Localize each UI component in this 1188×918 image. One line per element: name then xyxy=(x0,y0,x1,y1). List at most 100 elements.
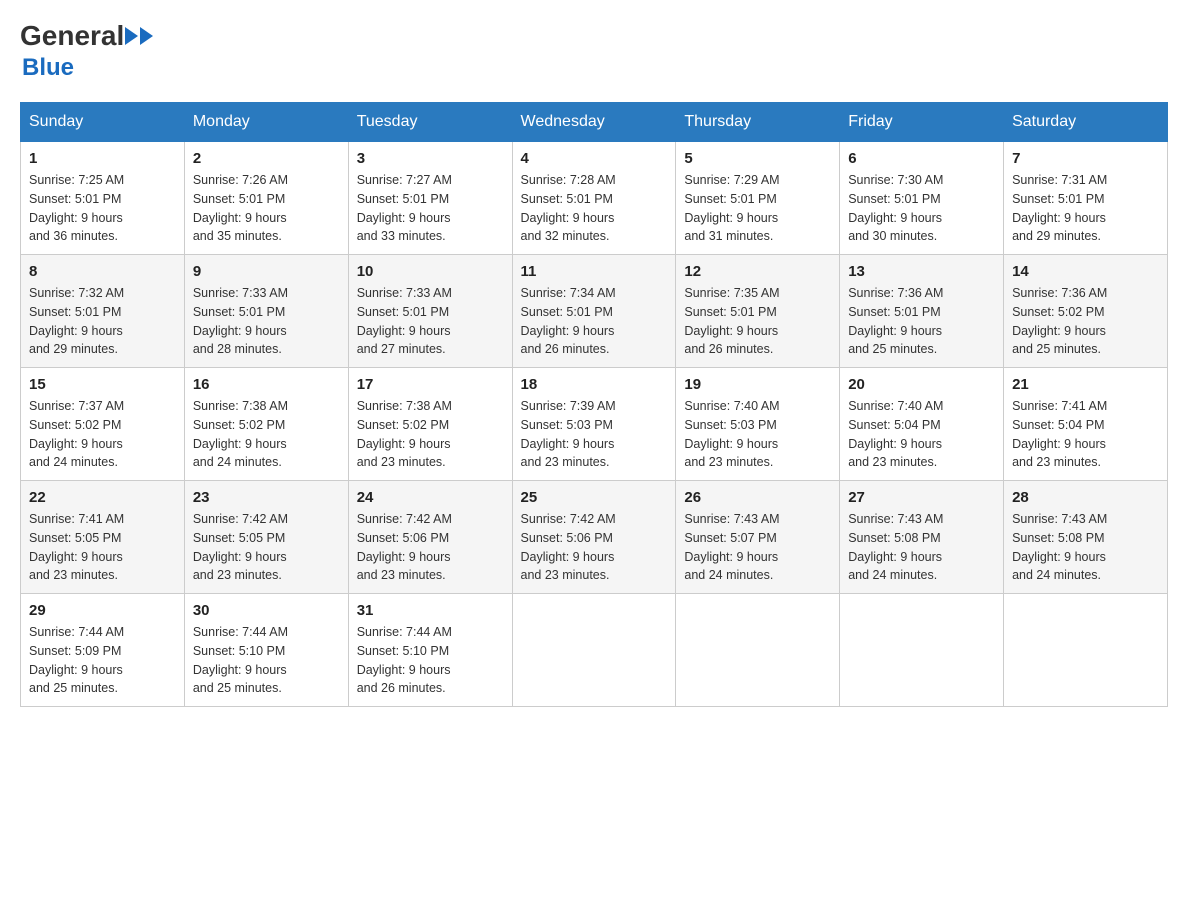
day-info: Sunrise: 7:39 AMSunset: 5:03 PMDaylight:… xyxy=(521,399,616,469)
calendar-cell: 14 Sunrise: 7:36 AMSunset: 5:02 PMDaylig… xyxy=(1004,255,1168,368)
day-number: 31 xyxy=(357,602,504,619)
calendar-cell: 30 Sunrise: 7:44 AMSunset: 5:10 PMDaylig… xyxy=(184,594,348,707)
day-number: 24 xyxy=(357,489,504,506)
day-number: 29 xyxy=(29,602,176,619)
day-info: Sunrise: 7:43 AMSunset: 5:07 PMDaylight:… xyxy=(684,512,779,582)
calendar-cell: 29 Sunrise: 7:44 AMSunset: 5:09 PMDaylig… xyxy=(21,594,185,707)
day-info: Sunrise: 7:37 AMSunset: 5:02 PMDaylight:… xyxy=(29,399,124,469)
calendar-cell: 19 Sunrise: 7:40 AMSunset: 5:03 PMDaylig… xyxy=(676,368,840,481)
day-info: Sunrise: 7:42 AMSunset: 5:06 PMDaylight:… xyxy=(521,512,616,582)
day-info: Sunrise: 7:29 AMSunset: 5:01 PMDaylight:… xyxy=(684,173,779,243)
day-info: Sunrise: 7:44 AMSunset: 5:10 PMDaylight:… xyxy=(193,625,288,695)
day-number: 13 xyxy=(848,263,995,280)
weekday-header-friday: Friday xyxy=(840,103,1004,142)
day-info: Sunrise: 7:42 AMSunset: 5:06 PMDaylight:… xyxy=(357,512,452,582)
calendar-cell: 7 Sunrise: 7:31 AMSunset: 5:01 PMDayligh… xyxy=(1004,142,1168,255)
day-info: Sunrise: 7:36 AMSunset: 5:01 PMDaylight:… xyxy=(848,286,943,356)
day-number: 12 xyxy=(684,263,831,280)
day-info: Sunrise: 7:40 AMSunset: 5:03 PMDaylight:… xyxy=(684,399,779,469)
day-number: 8 xyxy=(29,263,176,280)
day-number: 25 xyxy=(521,489,668,506)
calendar-week-row: 8 Sunrise: 7:32 AMSunset: 5:01 PMDayligh… xyxy=(21,255,1168,368)
day-info: Sunrise: 7:31 AMSunset: 5:01 PMDaylight:… xyxy=(1012,173,1107,243)
logo-blue-text: Blue xyxy=(22,54,74,81)
day-info: Sunrise: 7:42 AMSunset: 5:05 PMDaylight:… xyxy=(193,512,288,582)
calendar-cell: 8 Sunrise: 7:32 AMSunset: 5:01 PMDayligh… xyxy=(21,255,185,368)
day-info: Sunrise: 7:27 AMSunset: 5:01 PMDaylight:… xyxy=(357,173,452,243)
day-number: 3 xyxy=(357,150,504,167)
calendar-cell: 23 Sunrise: 7:42 AMSunset: 5:05 PMDaylig… xyxy=(184,481,348,594)
weekday-header-saturday: Saturday xyxy=(1004,103,1168,142)
calendar-cell: 22 Sunrise: 7:41 AMSunset: 5:05 PMDaylig… xyxy=(21,481,185,594)
day-info: Sunrise: 7:38 AMSunset: 5:02 PMDaylight:… xyxy=(193,399,288,469)
calendar-cell: 10 Sunrise: 7:33 AMSunset: 5:01 PMDaylig… xyxy=(348,255,512,368)
calendar-cell: 27 Sunrise: 7:43 AMSunset: 5:08 PMDaylig… xyxy=(840,481,1004,594)
calendar-table: SundayMondayTuesdayWednesdayThursdayFrid… xyxy=(20,102,1168,707)
calendar-week-row: 15 Sunrise: 7:37 AMSunset: 5:02 PMDaylig… xyxy=(21,368,1168,481)
weekday-header-tuesday: Tuesday xyxy=(348,103,512,142)
day-number: 5 xyxy=(684,150,831,167)
day-info: Sunrise: 7:34 AMSunset: 5:01 PMDaylight:… xyxy=(521,286,616,356)
calendar-cell: 12 Sunrise: 7:35 AMSunset: 5:01 PMDaylig… xyxy=(676,255,840,368)
day-info: Sunrise: 7:35 AMSunset: 5:01 PMDaylight:… xyxy=(684,286,779,356)
calendar-week-row: 22 Sunrise: 7:41 AMSunset: 5:05 PMDaylig… xyxy=(21,481,1168,594)
calendar-cell: 26 Sunrise: 7:43 AMSunset: 5:07 PMDaylig… xyxy=(676,481,840,594)
calendar-cell: 11 Sunrise: 7:34 AMSunset: 5:01 PMDaylig… xyxy=(512,255,676,368)
calendar-cell: 20 Sunrise: 7:40 AMSunset: 5:04 PMDaylig… xyxy=(840,368,1004,481)
day-number: 4 xyxy=(521,150,668,167)
calendar-cell: 25 Sunrise: 7:42 AMSunset: 5:06 PMDaylig… xyxy=(512,481,676,594)
day-number: 2 xyxy=(193,150,340,167)
calendar-cell xyxy=(1004,594,1168,707)
day-number: 16 xyxy=(193,376,340,393)
day-info: Sunrise: 7:30 AMSunset: 5:01 PMDaylight:… xyxy=(848,173,943,243)
day-number: 30 xyxy=(193,602,340,619)
day-number: 23 xyxy=(193,489,340,506)
calendar-cell: 3 Sunrise: 7:27 AMSunset: 5:01 PMDayligh… xyxy=(348,142,512,255)
day-number: 27 xyxy=(848,489,995,506)
calendar-cell: 9 Sunrise: 7:33 AMSunset: 5:01 PMDayligh… xyxy=(184,255,348,368)
day-number: 6 xyxy=(848,150,995,167)
calendar-week-row: 29 Sunrise: 7:44 AMSunset: 5:09 PMDaylig… xyxy=(21,594,1168,707)
day-info: Sunrise: 7:43 AMSunset: 5:08 PMDaylight:… xyxy=(848,512,943,582)
calendar-cell: 4 Sunrise: 7:28 AMSunset: 5:01 PMDayligh… xyxy=(512,142,676,255)
day-number: 15 xyxy=(29,376,176,393)
calendar-cell: 17 Sunrise: 7:38 AMSunset: 5:02 PMDaylig… xyxy=(348,368,512,481)
logo-arrow-icon1 xyxy=(125,27,138,45)
logo: General Blue xyxy=(20,20,154,82)
calendar-cell: 31 Sunrise: 7:44 AMSunset: 5:10 PMDaylig… xyxy=(348,594,512,707)
calendar-cell: 13 Sunrise: 7:36 AMSunset: 5:01 PMDaylig… xyxy=(840,255,1004,368)
day-info: Sunrise: 7:25 AMSunset: 5:01 PMDaylight:… xyxy=(29,173,124,243)
day-number: 1 xyxy=(29,150,176,167)
weekday-header-row: SundayMondayTuesdayWednesdayThursdayFrid… xyxy=(21,103,1168,142)
day-info: Sunrise: 7:33 AMSunset: 5:01 PMDaylight:… xyxy=(357,286,452,356)
day-info: Sunrise: 7:41 AMSunset: 5:05 PMDaylight:… xyxy=(29,512,124,582)
day-number: 9 xyxy=(193,263,340,280)
day-info: Sunrise: 7:36 AMSunset: 5:02 PMDaylight:… xyxy=(1012,286,1107,356)
day-number: 7 xyxy=(1012,150,1159,167)
day-number: 22 xyxy=(29,489,176,506)
day-number: 11 xyxy=(521,263,668,280)
logo-arrow-icon2 xyxy=(140,27,153,45)
day-info: Sunrise: 7:26 AMSunset: 5:01 PMDaylight:… xyxy=(193,173,288,243)
day-number: 19 xyxy=(684,376,831,393)
day-info: Sunrise: 7:32 AMSunset: 5:01 PMDaylight:… xyxy=(29,286,124,356)
day-info: Sunrise: 7:28 AMSunset: 5:01 PMDaylight:… xyxy=(521,173,616,243)
day-number: 28 xyxy=(1012,489,1159,506)
weekday-header-monday: Monday xyxy=(184,103,348,142)
calendar-cell: 15 Sunrise: 7:37 AMSunset: 5:02 PMDaylig… xyxy=(21,368,185,481)
calendar-cell: 24 Sunrise: 7:42 AMSunset: 5:06 PMDaylig… xyxy=(348,481,512,594)
calendar-cell: 2 Sunrise: 7:26 AMSunset: 5:01 PMDayligh… xyxy=(184,142,348,255)
page-header: General Blue xyxy=(20,20,1168,82)
day-number: 26 xyxy=(684,489,831,506)
day-info: Sunrise: 7:43 AMSunset: 5:08 PMDaylight:… xyxy=(1012,512,1107,582)
weekday-header-wednesday: Wednesday xyxy=(512,103,676,142)
day-number: 14 xyxy=(1012,263,1159,280)
calendar-header: SundayMondayTuesdayWednesdayThursdayFrid… xyxy=(21,103,1168,142)
calendar-cell: 16 Sunrise: 7:38 AMSunset: 5:02 PMDaylig… xyxy=(184,368,348,481)
day-info: Sunrise: 7:44 AMSunset: 5:10 PMDaylight:… xyxy=(357,625,452,695)
calendar-cell xyxy=(840,594,1004,707)
calendar-cell: 18 Sunrise: 7:39 AMSunset: 5:03 PMDaylig… xyxy=(512,368,676,481)
calendar-cell xyxy=(676,594,840,707)
day-info: Sunrise: 7:33 AMSunset: 5:01 PMDaylight:… xyxy=(193,286,288,356)
calendar-cell: 6 Sunrise: 7:30 AMSunset: 5:01 PMDayligh… xyxy=(840,142,1004,255)
